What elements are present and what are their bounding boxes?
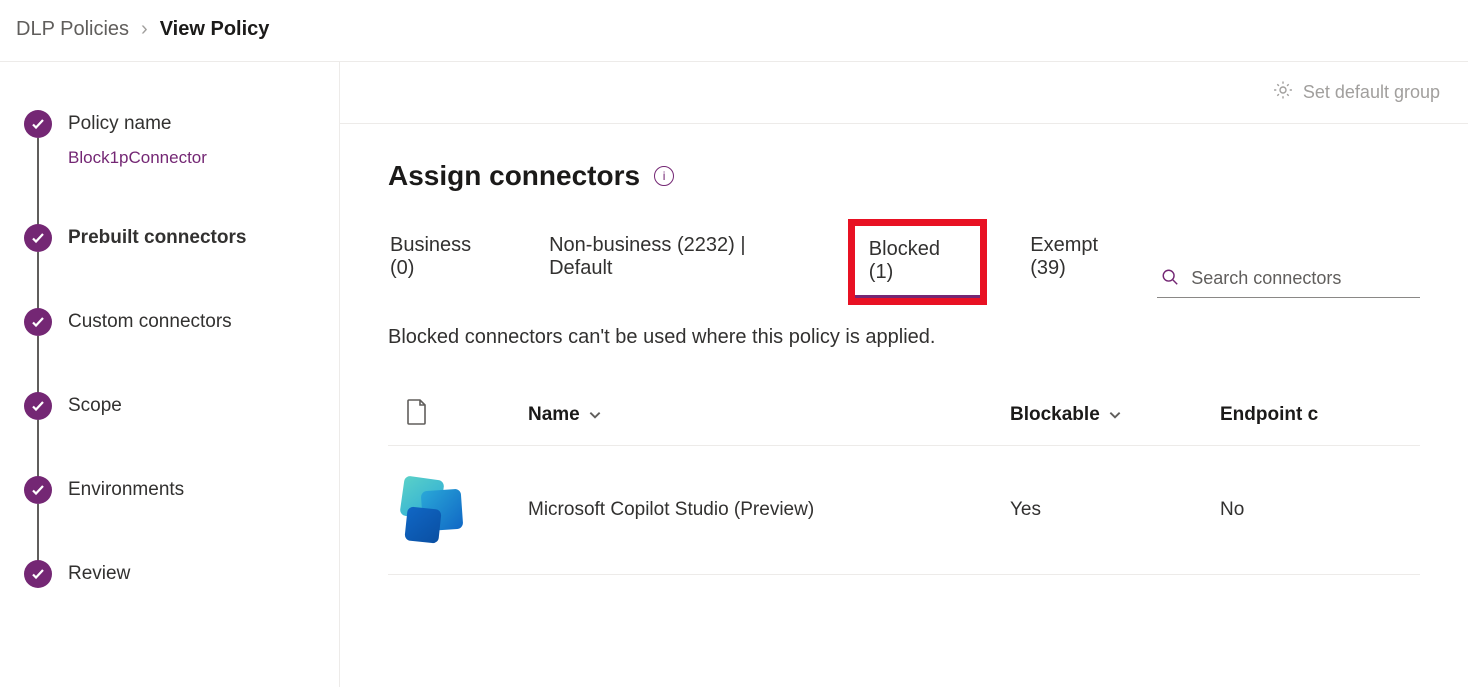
table-body: Microsoft Copilot Studio (Preview)YesNo: [388, 446, 1420, 575]
toolbar: Set default group: [340, 62, 1468, 124]
breadcrumb: DLP Policies › View Policy: [0, 0, 1468, 62]
chevron-down-icon: [1108, 408, 1122, 422]
gear-icon: [1273, 80, 1293, 105]
search-input[interactable]: [1191, 268, 1416, 289]
tab-description: Blocked connectors can't be used where t…: [388, 326, 1420, 349]
column-header-endpoint[interactable]: Endpoint c: [1220, 404, 1420, 426]
step-connector: [37, 252, 39, 312]
wizard-step[interactable]: Scope: [24, 392, 315, 476]
tabs-row: Business (0) Non-business (2232) | Defaul…: [388, 226, 1420, 298]
cell-name: Microsoft Copilot Studio (Preview): [528, 499, 1010, 521]
document-icon: [406, 399, 428, 425]
chevron-down-icon: [588, 408, 602, 422]
cell-blockable: Yes: [1010, 499, 1220, 521]
search-wrap[interactable]: [1157, 264, 1420, 298]
column-header-blockable[interactable]: Blockable: [1010, 404, 1220, 426]
step-label: Policy name: [68, 110, 315, 138]
step-label: Review: [68, 560, 315, 588]
step-complete-icon: [24, 560, 52, 588]
step-complete-icon: [24, 308, 52, 336]
breadcrumb-current: View Policy: [160, 18, 270, 41]
wizard-step[interactable]: Review: [24, 560, 315, 588]
page-title: Assign connectors: [388, 160, 640, 192]
step-sublabel: Block1pConnector: [68, 148, 315, 168]
column-header-endpoint-label: Endpoint c: [1220, 404, 1318, 426]
breadcrumb-root[interactable]: DLP Policies: [16, 18, 129, 41]
tab[interactable]: Non-business (2232) | Default: [547, 226, 807, 298]
tab-label: Exempt (39): [1030, 234, 1098, 279]
step-complete-icon: [24, 476, 52, 504]
cell-endpoint: No: [1220, 499, 1420, 521]
step-connector: [37, 336, 39, 396]
connector-icon: [388, 474, 528, 546]
content-area: Assign connectors i Business (0) Non-busi…: [340, 124, 1468, 687]
step-label: Scope: [68, 392, 315, 420]
column-header-name[interactable]: Name: [528, 404, 1010, 426]
wizard-steps-list: Policy name Block1pConnector Prebuilt conn…: [24, 110, 315, 588]
connectors-table: Name Blockable Endpoint c Microsoft Copi…: [388, 385, 1420, 575]
set-default-group-button[interactable]: Set default group: [1273, 80, 1440, 105]
column-header-blockable-label: Blockable: [1010, 404, 1100, 426]
tab[interactable]: Business (0): [388, 226, 499, 298]
step-connector: [37, 504, 39, 564]
table-header-icon-col: [388, 399, 528, 431]
info-icon-glyph: i: [663, 169, 666, 183]
step-connector: [37, 420, 39, 480]
wizard-step[interactable]: Environments: [24, 476, 315, 560]
set-default-group-label: Set default group: [1303, 82, 1440, 103]
tab[interactable]: Exempt (39): [1028, 226, 1137, 298]
info-icon[interactable]: i: [654, 166, 674, 186]
step-complete-icon: [24, 110, 52, 138]
wizard-step[interactable]: Custom connectors: [24, 308, 315, 392]
tab-label: Blocked (1): [869, 238, 940, 283]
step-complete-icon: [24, 224, 52, 252]
wizard-step[interactable]: Prebuilt connectors: [24, 224, 315, 308]
connector-tabs: Business (0) Non-business (2232) | Defaul…: [388, 226, 1137, 298]
tab-label: Business (0): [390, 234, 471, 279]
tab[interactable]: Blocked (1): [855, 226, 980, 298]
tab-label: Non-business (2232) | Default: [549, 234, 745, 279]
step-connector: [37, 138, 39, 228]
wizard-step[interactable]: Policy name Block1pConnector: [24, 110, 315, 224]
step-label: Environments: [68, 476, 315, 504]
table-header-row: Name Blockable Endpoint c: [388, 385, 1420, 446]
wizard-steps-sidebar: Policy name Block1pConnector Prebuilt conn…: [0, 62, 340, 687]
breadcrumb-separator: ›: [141, 18, 148, 41]
step-label: Prebuilt connectors: [68, 224, 315, 252]
column-header-name-label: Name: [528, 404, 580, 426]
step-complete-icon: [24, 392, 52, 420]
step-label: Custom connectors: [68, 308, 315, 336]
table-row[interactable]: Microsoft Copilot Studio (Preview)YesNo: [388, 446, 1420, 575]
main-panel: Set default group Assign connectors i Bu…: [340, 62, 1468, 687]
search-icon: [1161, 268, 1179, 289]
